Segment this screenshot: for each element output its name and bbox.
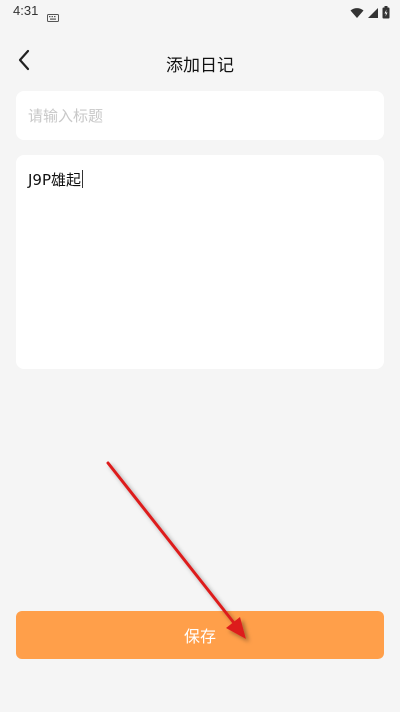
- status-time: 4:31: [13, 3, 39, 18]
- signal-icon: [367, 4, 379, 23]
- content-text: J9P雄起: [28, 171, 82, 189]
- text-cursor: [82, 170, 84, 188]
- wifi-icon: [350, 4, 364, 23]
- page-title: 添加日记: [166, 56, 234, 76]
- nav-bar: 添加日记: [0, 40, 400, 86]
- status-bar: 4:31: [0, 0, 400, 24]
- battery-icon: [382, 4, 390, 23]
- save-button[interactable]: 保存: [16, 611, 384, 659]
- title-input[interactable]: [16, 91, 384, 140]
- content-textarea[interactable]: J9P雄起: [16, 155, 384, 369]
- keyboard-icon: [47, 7, 59, 26]
